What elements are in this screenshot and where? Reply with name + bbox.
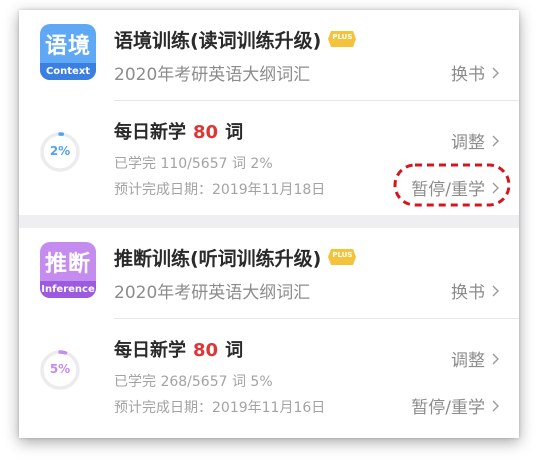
icon-cn-label: 语境 (44, 34, 91, 59)
adjust-label: 调整 (451, 351, 485, 371)
chevron-right-icon (492, 67, 499, 78)
progress-ring: 2% (39, 131, 81, 173)
change-book-label: 换书 (451, 65, 485, 85)
course-card-context: 语境 Context 语境训练(读词训练升级) PLUS 2020年考研英语大纲… (19, 10, 519, 215)
progress-text: 已学完 268/5657 词 5% (114, 374, 273, 390)
app-frame: 语境 Context 语境训练(读词训练升级) PLUS 2020年考研英语大纲… (19, 10, 519, 438)
change-book-label: 换书 (451, 283, 485, 303)
change-book-button[interactable]: 换书 (451, 278, 499, 303)
icon-en-label: Context (40, 63, 96, 80)
progress-percent: 2% (49, 144, 71, 158)
pause-restart-button[interactable]: 暂停/重学 (411, 175, 499, 200)
course-title: 推断训练(听词训练升级) (114, 247, 322, 270)
daily-unit: 词 (225, 122, 244, 143)
progress-percent: 5% (49, 362, 71, 376)
course-title: 语境训练(读词训练升级) (114, 29, 322, 52)
pause-restart-button[interactable]: 暂停/重学 (411, 393, 499, 418)
inference-app-icon: 推断 Inference (40, 242, 96, 298)
plus-badge-label: PLUS (332, 33, 353, 41)
adjust-label: 调整 (451, 133, 485, 153)
chevron-right-icon (492, 400, 499, 411)
chevron-right-icon (492, 353, 499, 364)
divider (114, 318, 519, 319)
plus-badge-label: PLUS (332, 251, 353, 259)
daily-unit: 词 (225, 340, 244, 361)
adjust-button[interactable]: 调整 (451, 128, 499, 153)
eta-text: 预计完成日期：2019年11月16日 (114, 400, 326, 416)
progress-ring: 5% (39, 349, 81, 391)
pause-restart-label: 暂停/重学 (411, 398, 485, 418)
divider (114, 100, 519, 101)
chevron-right-icon (492, 135, 499, 146)
daily-new-words: 每日新学 80 词 (114, 118, 243, 144)
context-app-icon: 语境 Context (40, 24, 96, 80)
plus-badge-icon: PLUS (327, 248, 357, 266)
adjust-button[interactable]: 调整 (451, 346, 499, 371)
daily-label: 每日新学 (114, 340, 186, 361)
eta-text: 预计完成日期：2019年11月18日 (114, 182, 326, 198)
icon-cn-label: 推断 (44, 252, 91, 277)
daily-new-words: 每日新学 80 词 (114, 336, 243, 362)
book-name: 2020年考研英语大纲词汇 (114, 65, 311, 85)
chevron-right-icon (492, 285, 499, 296)
course-card-inference: 推断 Inference 推断训练(听词训练升级) PLUS 2020年考研英语… (19, 228, 519, 433)
course-title-row: 语境训练(读词训练升级) PLUS (114, 26, 357, 52)
plus-badge-icon: PLUS (327, 30, 357, 48)
daily-count: 80 (193, 122, 219, 143)
icon-en-label: Inference (40, 281, 96, 298)
progress-text: 已学完 110/5657 词 2% (114, 156, 273, 172)
daily-label: 每日新学 (114, 122, 186, 143)
chevron-right-icon (492, 182, 499, 193)
daily-count: 80 (193, 340, 219, 361)
section-separator (19, 215, 519, 228)
change-book-button[interactable]: 换书 (451, 60, 499, 85)
course-title-row: 推断训练(听词训练升级) PLUS (114, 244, 357, 270)
pause-restart-label: 暂停/重学 (411, 180, 485, 200)
book-name: 2020年考研英语大纲词汇 (114, 283, 311, 303)
